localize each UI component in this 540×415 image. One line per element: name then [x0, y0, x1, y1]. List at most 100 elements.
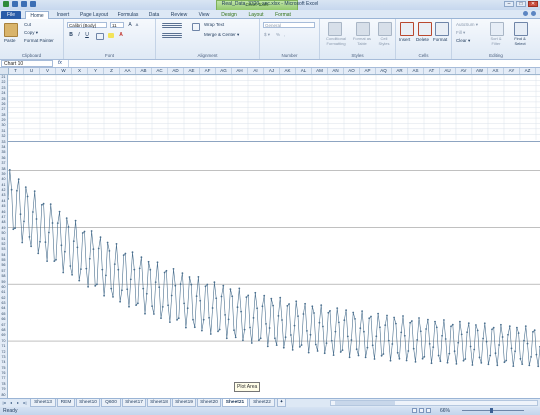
data-point[interactable] — [133, 268, 136, 271]
data-point[interactable] — [532, 331, 534, 333]
data-point[interactable] — [23, 220, 25, 223]
horizontal-scrollbar[interactable] — [330, 400, 538, 406]
insert-button[interactable]: Insert — [399, 37, 410, 42]
data-point[interactable] — [39, 240, 41, 243]
data-point[interactable] — [423, 355, 426, 358]
data-point[interactable] — [149, 268, 152, 271]
data-point[interactable] — [441, 334, 443, 337]
data-point[interactable] — [428, 343, 431, 345]
column-header[interactable]: AG — [216, 68, 232, 74]
format-cells-icon[interactable] — [435, 22, 449, 36]
data-point[interactable] — [266, 345, 269, 348]
data-point[interactable] — [352, 311, 355, 314]
data-point[interactable] — [229, 288, 232, 290]
data-point[interactable] — [74, 219, 77, 222]
data-point[interactable] — [213, 281, 216, 284]
column-header[interactable]: Y — [88, 68, 104, 74]
data-point[interactable] — [103, 294, 105, 297]
data-point[interactable] — [291, 349, 294, 351]
clear-button[interactable]: Clear ▾ — [456, 38, 470, 44]
data-point[interactable] — [327, 311, 330, 314]
data-point[interactable] — [368, 317, 371, 320]
data-point[interactable] — [284, 336, 287, 339]
merge-center-button[interactable]: Merge & Center ▾ — [204, 32, 239, 38]
data-point[interactable] — [242, 339, 244, 342]
data-point[interactable] — [512, 365, 515, 367]
column-header[interactable]: AY — [504, 68, 520, 74]
data-point[interactable] — [72, 240, 75, 243]
data-point[interactable] — [268, 327, 271, 329]
name-box[interactable]: Chart 10 — [1, 60, 53, 67]
orientation-icon[interactable] — [192, 23, 200, 31]
data-point[interactable] — [46, 260, 48, 262]
data-point[interactable] — [528, 364, 531, 367]
data-point[interactable] — [113, 263, 116, 265]
data-point[interactable] — [475, 324, 477, 326]
data-point[interactable] — [298, 346, 301, 348]
insert-sheet-icon[interactable]: ✦ — [277, 399, 286, 407]
paste-icon[interactable] — [4, 23, 18, 37]
data-point[interactable] — [375, 335, 378, 338]
data-point[interactable] — [42, 202, 45, 205]
data-point[interactable] — [382, 353, 385, 355]
data-point[interactable] — [272, 304, 274, 307]
tab-file[interactable]: File — [1, 11, 21, 19]
data-point[interactable] — [282, 346, 285, 349]
data-point[interactable] — [177, 317, 180, 319]
data-point[interactable] — [363, 330, 365, 333]
sort-filter-icon[interactable] — [490, 22, 504, 36]
tab-insert[interactable]: Insert — [52, 11, 74, 19]
data-point[interactable] — [33, 190, 36, 192]
data-point[interactable] — [453, 350, 456, 353]
data-point[interactable] — [371, 344, 374, 347]
percent-button[interactable]: % — [276, 32, 280, 37]
data-point[interactable] — [154, 281, 157, 283]
data-point[interactable] — [144, 312, 146, 315]
data-point[interactable] — [494, 352, 497, 355]
data-point[interactable] — [425, 328, 427, 330]
data-point[interactable] — [530, 356, 532, 358]
data-point[interactable] — [138, 267, 141, 270]
data-point[interactable] — [300, 344, 303, 346]
grow-font-button[interactable]: A — [127, 22, 133, 28]
data-point[interactable] — [444, 338, 447, 340]
data-point[interactable] — [451, 323, 454, 326]
sheet-tab[interactable]: Sheet13 — [30, 399, 56, 407]
data-point[interactable] — [364, 356, 367, 359]
data-point[interactable] — [160, 317, 162, 319]
data-point[interactable] — [279, 296, 282, 299]
data-point[interactable] — [311, 305, 314, 308]
data-point[interactable] — [44, 241, 47, 243]
border-icon[interactable] — [96, 33, 104, 40]
font-name-select[interactable]: Calibri (Body) — [67, 22, 107, 28]
column-header[interactable]: AS — [408, 68, 424, 74]
data-point[interactable] — [10, 188, 13, 191]
data-point[interactable] — [254, 291, 257, 294]
bold-button[interactable]: B — [68, 32, 74, 38]
autosum-button[interactable]: AutoSum ▾ — [456, 22, 478, 28]
data-point[interactable] — [201, 329, 203, 332]
data-point[interactable] — [21, 241, 24, 244]
column-header[interactable]: W — [56, 68, 72, 74]
data-point[interactable] — [330, 339, 333, 342]
data-point[interactable] — [233, 329, 235, 332]
data-point[interactable] — [83, 230, 86, 233]
data-point[interactable] — [391, 343, 394, 345]
data-point[interactable] — [510, 347, 513, 350]
data-point[interactable] — [514, 350, 516, 353]
data-point[interactable] — [195, 295, 198, 297]
data-point[interactable] — [259, 337, 262, 340]
data-point[interactable] — [281, 319, 283, 321]
insert-cells-icon[interactable] — [400, 22, 414, 36]
close-button[interactable]: ✕ — [528, 1, 538, 7]
data-point[interactable] — [128, 305, 130, 308]
data-point[interactable] — [14, 227, 16, 229]
data-point[interactable] — [85, 267, 88, 270]
data-point[interactable] — [421, 357, 424, 360]
data-point[interactable] — [62, 271, 65, 274]
data-point[interactable] — [76, 246, 79, 249]
data-point[interactable] — [380, 354, 383, 357]
shrink-font-button[interactable]: A — [134, 22, 140, 28]
data-point[interactable] — [208, 316, 211, 319]
data-point[interactable] — [519, 357, 522, 360]
